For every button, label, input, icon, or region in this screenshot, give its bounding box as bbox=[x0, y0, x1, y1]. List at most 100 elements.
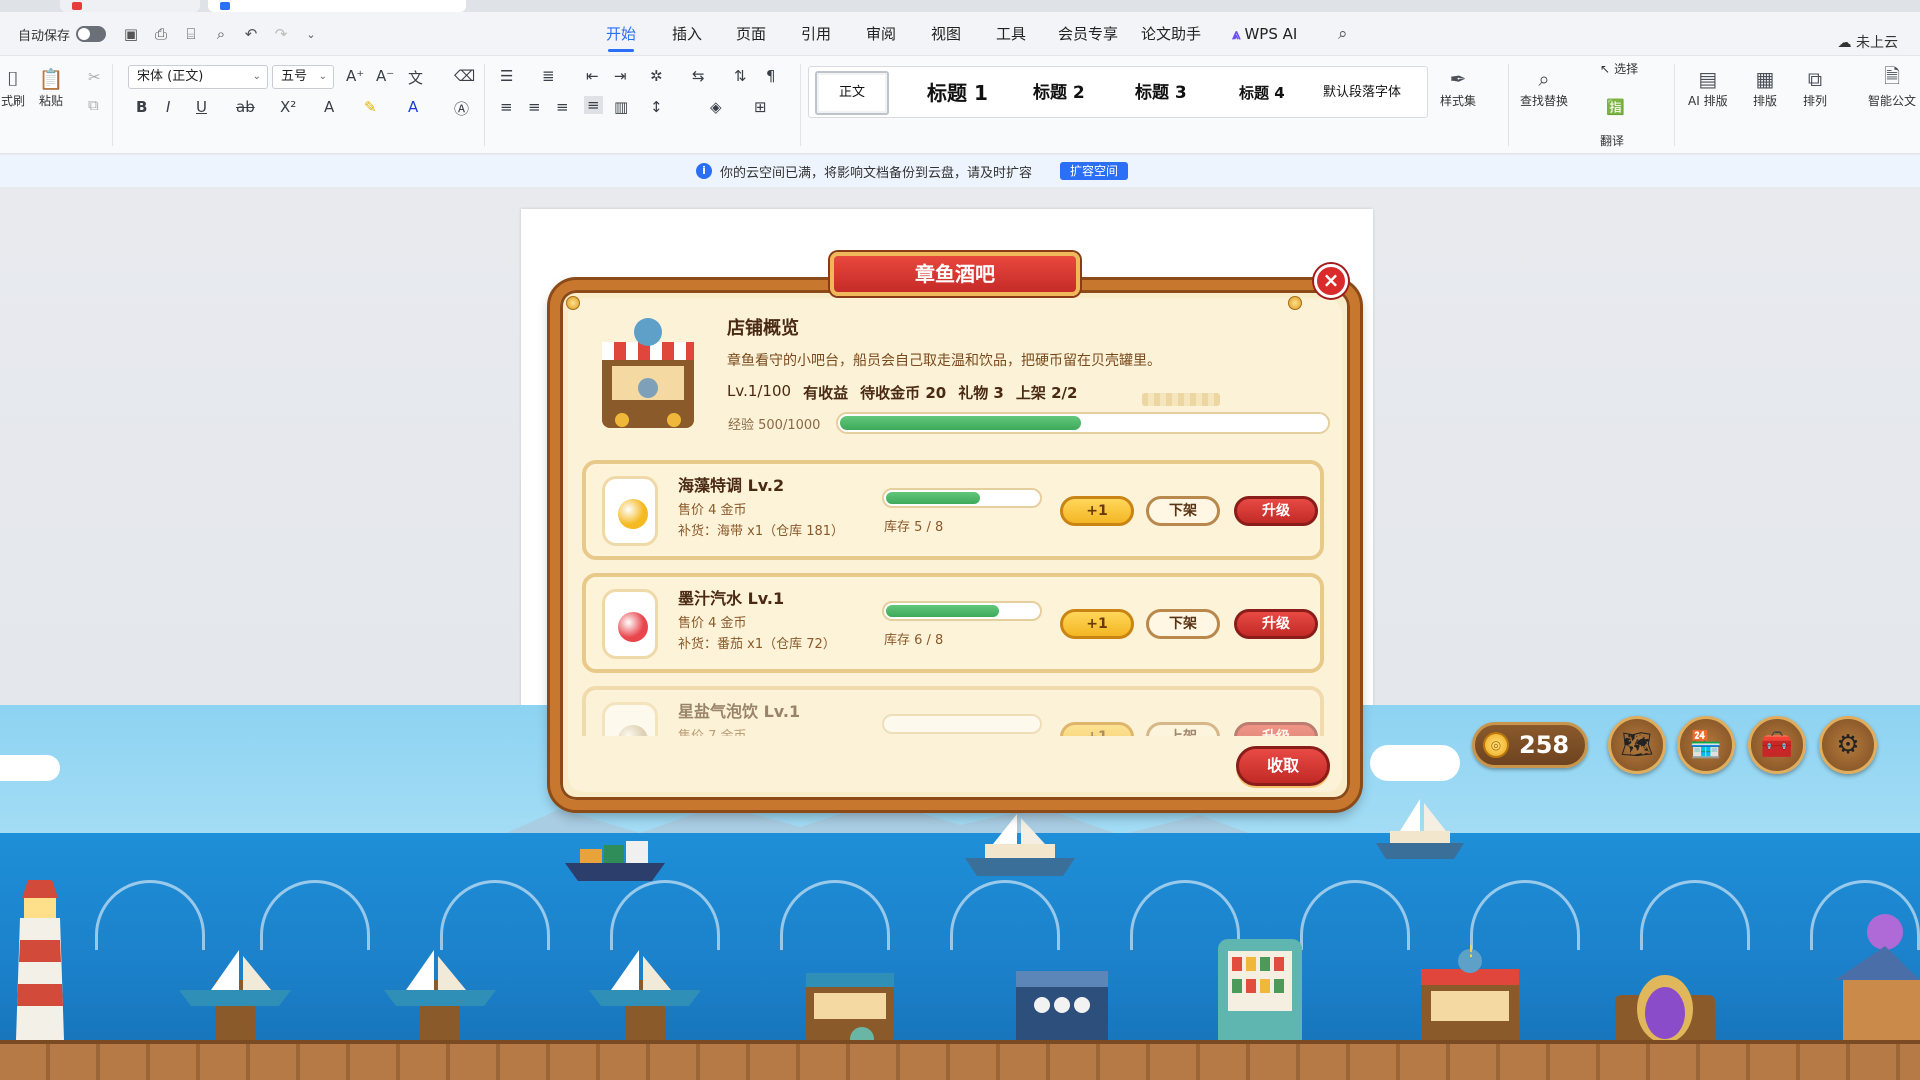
tab-review[interactable]: 审阅 bbox=[866, 22, 896, 46]
expand-storage-button[interactable]: 扩容空间 bbox=[1060, 162, 1129, 180]
align-center-icon[interactable]: ≡ bbox=[528, 98, 541, 116]
upgrade-button[interactable]: 升级 bbox=[1234, 609, 1318, 639]
clear-format-icon[interactable]: ⌫ bbox=[454, 67, 475, 85]
list-button[interactable]: 上架 bbox=[1146, 722, 1220, 736]
undo-icon[interactable]: ↶ bbox=[240, 23, 262, 45]
align-right-icon[interactable]: ≡ bbox=[556, 98, 569, 116]
font-shrink-icon[interactable]: A⁻ bbox=[376, 67, 394, 85]
shading-icon[interactable]: ◈ bbox=[710, 98, 722, 116]
cloud-status[interactable]: ☁ 未上云 bbox=[1838, 32, 1898, 52]
restock-plus-one-button[interactable]: +1 bbox=[1060, 496, 1134, 526]
tab-references[interactable]: 引用 bbox=[801, 22, 831, 46]
indent-icon[interactable]: ⇥ bbox=[614, 67, 627, 85]
unlist-button[interactable]: 下架 bbox=[1146, 496, 1220, 526]
translate-icon[interactable]: 🈯 bbox=[1606, 98, 1625, 116]
smart-doc-button[interactable]: 🗎 智能公文 bbox=[1868, 64, 1916, 109]
distribute-icon[interactable]: ▥ bbox=[614, 98, 628, 116]
bullet-list-icon[interactable]: ☰ bbox=[500, 67, 513, 85]
upgrade-button[interactable]: 升级 bbox=[1234, 722, 1318, 736]
tab-page[interactable]: 页面 bbox=[736, 22, 766, 46]
tab-insert[interactable]: 插入 bbox=[672, 22, 702, 46]
restock-plus-one-button[interactable]: +1 bbox=[1060, 722, 1134, 736]
style-heading-2[interactable]: 标题 2 bbox=[1033, 75, 1085, 111]
italic-icon[interactable]: I bbox=[166, 98, 170, 116]
layout-button[interactable]: ▦ 排版 bbox=[1752, 66, 1778, 109]
sailboat[interactable] bbox=[1370, 795, 1470, 865]
style-normal[interactable]: 正文 bbox=[815, 71, 890, 115]
find-replace-button[interactable]: ⌕ 查找替换 bbox=[1520, 66, 1568, 109]
octopus-bar-stall[interactable]: ! bbox=[1415, 945, 1525, 1055]
font-color-icon[interactable]: A bbox=[408, 98, 418, 116]
restock-plus-one-button[interactable]: +1 bbox=[1060, 609, 1134, 639]
document-tab[interactable] bbox=[60, 0, 200, 12]
style-heading-1[interactable]: 标题 1 bbox=[927, 75, 988, 111]
tab-tools[interactable]: 工具 bbox=[996, 22, 1026, 46]
save-icon[interactable]: ▣ bbox=[120, 23, 142, 45]
print-preview-icon[interactable]: ⌕ bbox=[210, 23, 232, 45]
strikethrough-icon[interactable]: ab bbox=[236, 98, 255, 116]
item-price: 售价 4 金币 bbox=[678, 503, 747, 518]
chinese-layout-icon[interactable]: ✲ bbox=[650, 67, 663, 85]
font-grow-icon[interactable]: A⁺ bbox=[346, 67, 364, 85]
document-tab-active[interactable] bbox=[208, 0, 466, 12]
select-button[interactable]: ↖ 选择 bbox=[1600, 60, 1638, 77]
char-border-icon[interactable]: Ⓐ bbox=[454, 98, 469, 119]
collect-button[interactable]: 收取 bbox=[1236, 746, 1330, 786]
text-direction-icon[interactable]: ⇆ bbox=[692, 67, 705, 85]
dock-boat[interactable] bbox=[380, 950, 500, 1045]
unlist-button[interactable]: 下架 bbox=[1146, 609, 1220, 639]
style-heading-4[interactable]: 标题 4 bbox=[1239, 75, 1285, 111]
dock-boat[interactable] bbox=[175, 950, 295, 1045]
autosave-control[interactable]: 自动保存 bbox=[18, 22, 107, 46]
settings-button[interactable]: ⚙ bbox=[1819, 716, 1877, 774]
justify-icon[interactable]: ≡ bbox=[584, 96, 603, 114]
lighthouse[interactable] bbox=[0, 880, 70, 1045]
upgrade-button[interactable]: 升级 bbox=[1234, 496, 1318, 526]
sailboat[interactable] bbox=[955, 810, 1085, 880]
search-icon[interactable]: ⌕ bbox=[1338, 22, 1348, 46]
octopus-house[interactable] bbox=[1825, 910, 1920, 1050]
cut-icon[interactable]: ✂ bbox=[88, 68, 101, 86]
style-heading-3[interactable]: 标题 3 bbox=[1135, 75, 1187, 111]
tab-thesis-assistant[interactable]: 论文助手 bbox=[1141, 22, 1201, 46]
copy-icon[interactable]: ⧉ bbox=[88, 96, 99, 114]
tab-view[interactable]: 视图 bbox=[931, 22, 961, 46]
borders-icon[interactable]: ⊞ bbox=[754, 98, 767, 116]
tab-home[interactable]: 开始 bbox=[606, 22, 636, 52]
style-set-button[interactable]: ✒ 样式集 bbox=[1440, 66, 1476, 109]
font-size-select[interactable]: 五号 ⌄ bbox=[272, 65, 334, 89]
phonetic-guide-icon[interactable]: 文 bbox=[408, 67, 423, 88]
text-effect-icon[interactable]: A bbox=[324, 98, 334, 116]
superscript-icon[interactable]: X² bbox=[280, 98, 296, 116]
paste-button[interactable]: 📋 粘贴 bbox=[38, 66, 64, 109]
shop-button[interactable]: 🏪 bbox=[1677, 716, 1735, 774]
align-left-icon[interactable]: ≡ bbox=[500, 98, 513, 116]
highlight-icon[interactable]: ✎ bbox=[364, 98, 377, 116]
bold-icon[interactable]: B bbox=[136, 98, 147, 116]
translate-button[interactable]: 翻译 bbox=[1600, 132, 1624, 149]
ai-layout-button[interactable]: ▤ AI 排版 bbox=[1688, 66, 1728, 109]
font-name-select[interactable]: 宋体 (正文) ⌄ bbox=[128, 65, 268, 89]
autosave-toggle[interactable] bbox=[76, 26, 107, 42]
dock-boat[interactable] bbox=[585, 950, 705, 1045]
tab-member[interactable]: 会员专享 bbox=[1058, 22, 1118, 46]
customize-dropdown-icon[interactable]: ⌄ bbox=[300, 23, 322, 45]
print-icon[interactable]: ⌸ bbox=[180, 23, 202, 45]
cargo-boat[interactable] bbox=[560, 835, 670, 885]
underline-icon[interactable]: U bbox=[196, 98, 207, 116]
arrange-button[interactable]: ⧉ 排列 bbox=[1802, 66, 1828, 109]
sort-icon[interactable]: ⇅ bbox=[734, 67, 747, 85]
style-default-font[interactable]: 默认段落字体 bbox=[1323, 75, 1401, 111]
redo-icon[interactable]: ↷ bbox=[270, 23, 292, 45]
treasure-button[interactable]: 🧰 bbox=[1748, 716, 1806, 774]
vending-machine[interactable] bbox=[1210, 935, 1310, 1055]
close-button[interactable]: × bbox=[1314, 264, 1348, 298]
tab-wps-ai[interactable]: ⩓ WPS AI bbox=[1232, 22, 1297, 46]
numbered-list-icon[interactable]: ≣ bbox=[542, 67, 555, 85]
outdent-icon[interactable]: ⇤ bbox=[586, 67, 599, 85]
format-painter-button[interactable]: ⌷ 式刷 bbox=[0, 66, 26, 109]
show-marks-icon[interactable]: ¶ bbox=[766, 67, 776, 85]
map-button[interactable]: 🗺 bbox=[1608, 716, 1666, 774]
export-pdf-icon[interactable]: ⎙ bbox=[150, 23, 172, 45]
line-spacing-icon[interactable]: ↕ bbox=[650, 98, 663, 116]
